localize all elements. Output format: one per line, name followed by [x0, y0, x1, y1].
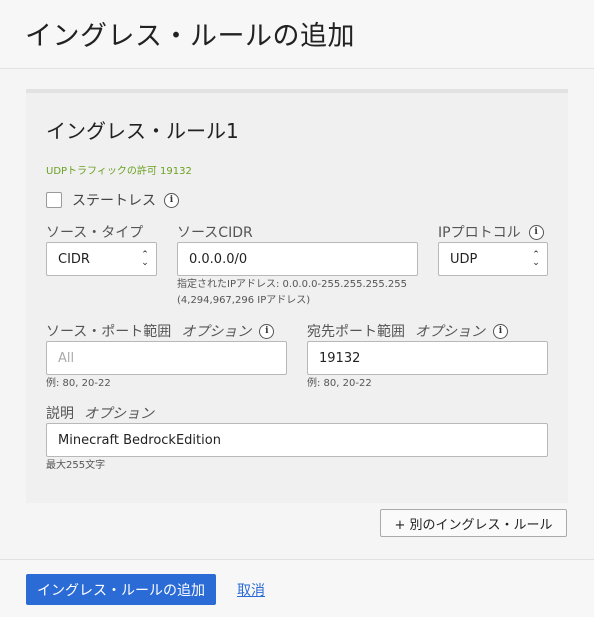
description-label: 説明 オプション [46, 403, 154, 423]
optional-tag: オプション [84, 406, 154, 422]
info-icon[interactable]: i [259, 323, 275, 339]
source-type-label: ソース・タイプ [46, 222, 143, 242]
ip-protocol-select[interactable]: UDP ⌃ ⌄ [438, 242, 548, 276]
dest-port-value: 19132 [319, 350, 361, 366]
description-hint: 最大255文字 [46, 460, 106, 471]
dest-port-label-text: 宛先ポート範囲 [307, 324, 405, 340]
source-cidr-hint-line2: (4,294,967,296 IPアドレス) [177, 295, 311, 306]
description-input[interactable]: Minecraft BedrockEdition [46, 423, 548, 457]
chevron-up-down-icon: ⌃ ⌄ [532, 250, 540, 268]
cancel-link[interactable]: 取消 [237, 580, 265, 600]
stateless-row: ステートレス i [46, 190, 179, 210]
source-cidr-input[interactable]: 0.0.0.0/0 [177, 242, 418, 276]
source-type-label-text: ソース・タイプ [46, 225, 144, 241]
source-cidr-label-text: ソースCIDR [177, 225, 253, 241]
add-ingress-rule-button[interactable]: イングレス・ルールの追加 [26, 574, 216, 605]
optional-tag: オプション [181, 324, 252, 340]
source-type-value: CIDR [58, 251, 90, 267]
info-icon[interactable]: i [528, 224, 544, 240]
rule-description: UDPトラフィックの許可 19132 [46, 166, 192, 177]
dest-port-hint: 例: 80, 20-22 [307, 378, 372, 389]
ip-protocol-label: IPプロトコル i [438, 222, 544, 242]
ingress-rule-card: イングレス・ルール1 UDPトラフィックの許可 19132 ステートレス i ソ… [26, 89, 568, 503]
dest-port-input[interactable]: 19132 [307, 341, 548, 375]
source-port-placeholder: All [58, 350, 75, 366]
stateless-checkbox[interactable] [46, 192, 62, 208]
optional-tag: オプション [415, 324, 485, 340]
chevron-up-down-icon: ⌃ ⌄ [141, 250, 149, 268]
source-port-hint: 例: 80, 20-22 [46, 378, 111, 389]
source-type-select[interactable]: CIDR ⌃ ⌄ [46, 242, 157, 276]
source-cidr-value: 0.0.0.0/0 [189, 251, 248, 267]
info-icon[interactable]: i [164, 192, 179, 208]
source-port-input[interactable]: All [46, 341, 287, 375]
source-port-label-text: ソース・ポート範囲 [46, 324, 172, 340]
dialog-header: イングレス・ルールの追加 [0, 0, 594, 69]
source-cidr-label: ソースCIDR [177, 222, 253, 242]
ip-protocol-label-text: IPプロトコル [438, 225, 521, 241]
description-value: Minecraft BedrockEdition [58, 432, 221, 448]
dialog-footer: イングレス・ルールの追加 取消 [0, 559, 594, 617]
page-title: イングレス・ルールの追加 [25, 21, 355, 52]
ip-protocol-value: UDP [450, 251, 478, 267]
source-cidr-hint: 指定されたIPアドレス: 0.0.0.0-255.255.255.255 (4,… [177, 277, 407, 309]
dest-port-label: 宛先ポート範囲 オプション i [307, 321, 508, 341]
source-port-label: ソース・ポート範囲 オプション i [46, 321, 275, 341]
source-cidr-hint-line1: 指定されたIPアドレス: 0.0.0.0-255.255.255.255 [177, 279, 408, 290]
description-label-text: 説明 [46, 406, 74, 422]
stateless-label: ステートレス [72, 193, 156, 209]
add-another-rule-button[interactable]: + 別のイングレス・ルール [380, 509, 567, 537]
info-icon[interactable]: i [493, 323, 508, 339]
rule-title: イングレス・ルール1 [46, 119, 239, 143]
